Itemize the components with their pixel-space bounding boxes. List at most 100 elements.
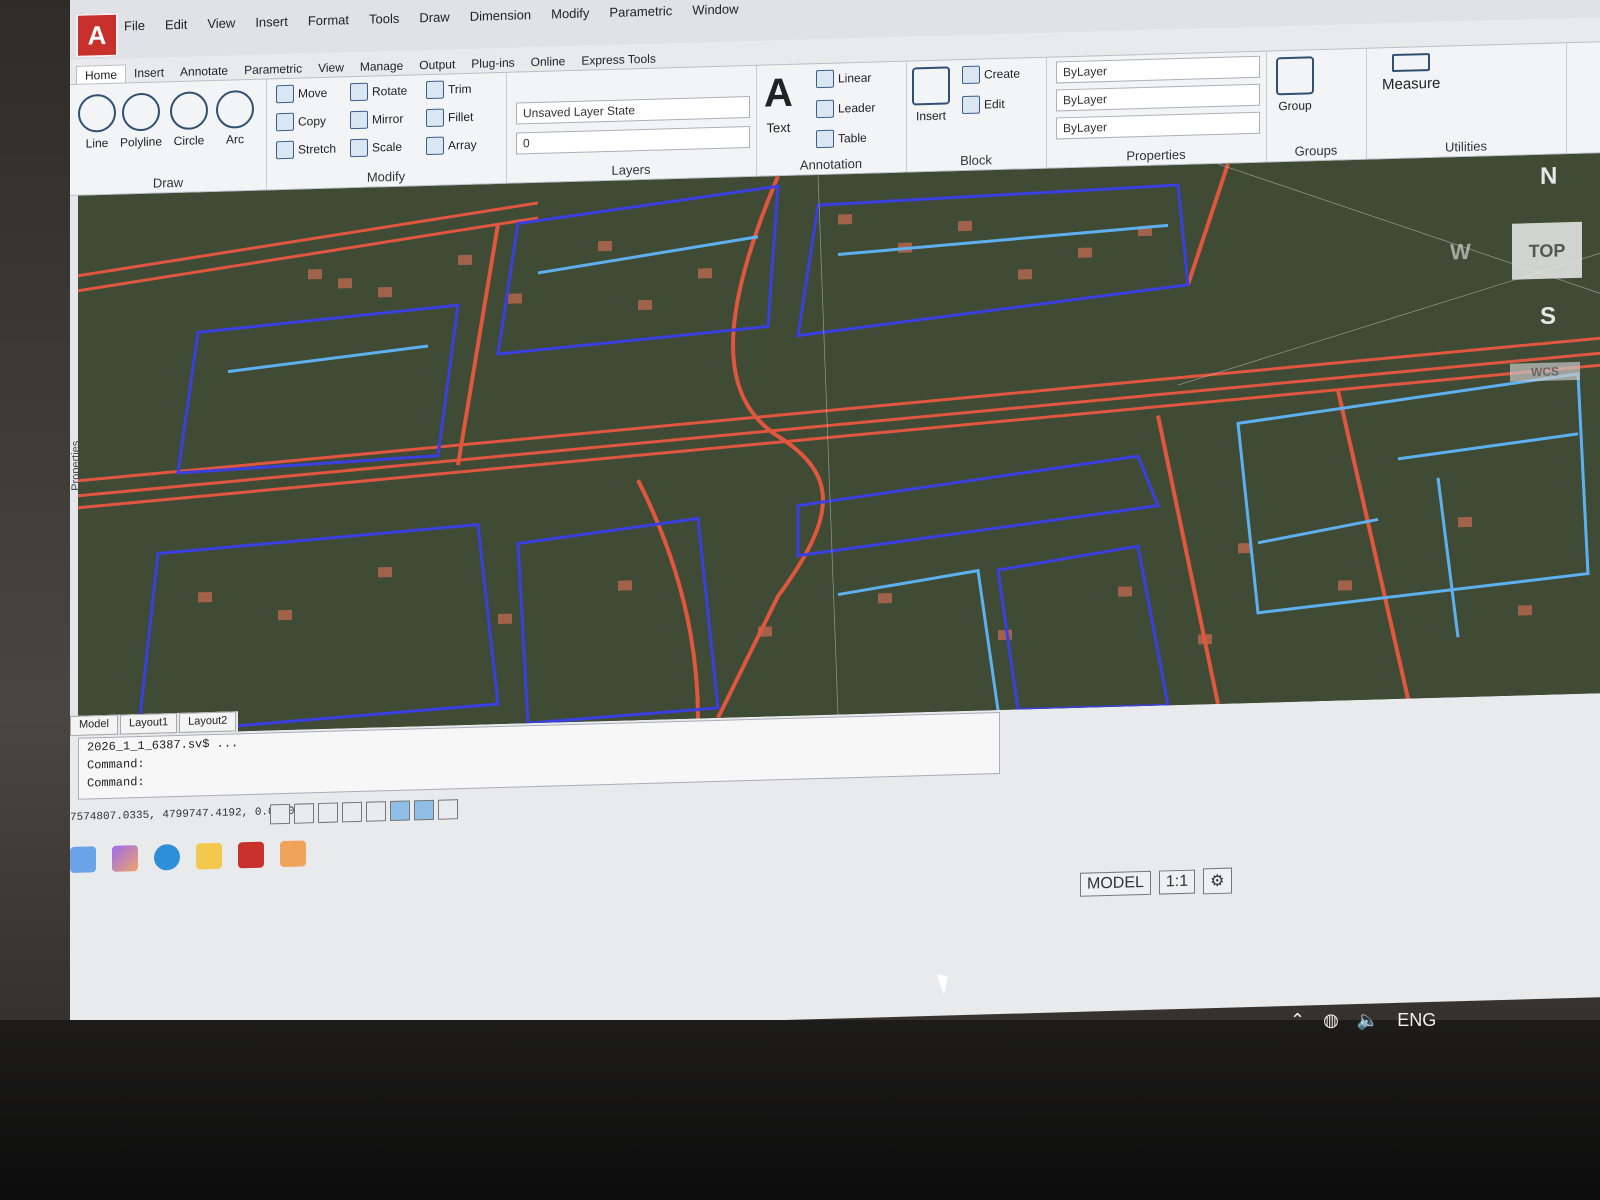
ortho-toggle-icon[interactable]	[318, 802, 338, 824]
transparency-toggle-icon[interactable]	[438, 799, 458, 820]
copilot-icon[interactable]	[112, 845, 138, 872]
network-icon[interactable]: ◍	[1323, 1010, 1339, 1031]
scale-button[interactable]: Scale	[350, 138, 402, 158]
snap-toggle-icon[interactable]	[294, 803, 314, 824]
annotation-scale-button[interactable]: 1:1	[1158, 869, 1196, 895]
utilities-panel-title[interactable]: Utilities	[1366, 136, 1566, 157]
rotate-icon	[350, 82, 368, 102]
arc-icon	[216, 89, 254, 129]
site-plan-map	[78, 153, 1600, 736]
model-space-button[interactable]: MODEL	[1080, 870, 1151, 897]
color-dropdown[interactable]: ByLayer	[1056, 55, 1260, 84]
viewcube-south[interactable]: S	[1540, 302, 1556, 330]
menu-window[interactable]: Window	[692, 1, 738, 17]
panel-annotation: A Text Linear Leader Table Annotation	[756, 61, 907, 176]
chevron-up-icon[interactable]: ⌃	[1290, 1010, 1305, 1031]
insert-block-button[interactable]: Insert	[912, 66, 950, 123]
panel-groups: Group Groups	[1266, 48, 1367, 162]
leader-icon	[816, 99, 834, 119]
wcs-menu[interactable]: WCS	[1510, 361, 1580, 382]
line-button[interactable]: Line	[78, 93, 116, 151]
group-button[interactable]: Group	[1276, 56, 1314, 113]
linear-dimension-button[interactable]: Linear	[816, 69, 871, 89]
rotate-button[interactable]: Rotate	[350, 82, 407, 102]
viewcube-north[interactable]: N	[1540, 162, 1557, 190]
line-icon	[78, 93, 116, 133]
cursor-coordinates: 7574807.0335, 4799747.4192, 0.0000	[70, 805, 295, 824]
lineweight-dropdown[interactable]: ByLayer	[1056, 111, 1260, 140]
text-icon: A	[764, 70, 793, 116]
app-logo[interactable]: A	[76, 12, 118, 58]
block-panel-title[interactable]: Block	[906, 151, 1046, 170]
linetype-dropdown[interactable]: ByLayer	[1056, 83, 1260, 112]
edit-icon	[962, 95, 980, 115]
groups-panel-title[interactable]: Groups	[1266, 142, 1366, 160]
menu-tools[interactable]: Tools	[369, 11, 399, 27]
menu-parametric[interactable]: Parametric	[609, 3, 672, 20]
create-block-button[interactable]: Create	[962, 64, 1020, 85]
create-icon	[962, 65, 980, 85]
scale-icon	[350, 138, 368, 158]
panel-utilities: Measure Utilities	[1366, 43, 1567, 159]
dynamic-input-icon[interactable]	[390, 800, 410, 822]
stretch-button[interactable]: Stretch	[276, 140, 336, 160]
edit-block-button[interactable]: Edit	[962, 95, 1005, 115]
viewcube-west[interactable]: W	[1450, 239, 1471, 266]
app-taskbar-icon[interactable]	[280, 840, 306, 868]
viewcube[interactable]: N W TOP S WCS	[1450, 162, 1590, 405]
monitor-bezel	[0, 1020, 1600, 1200]
measure-button[interactable]: Measure	[1382, 53, 1440, 93]
edge-icon[interactable]	[154, 843, 180, 871]
group-icon	[1276, 56, 1314, 96]
windows-start-icon[interactable]	[70, 846, 96, 873]
move-button[interactable]: Move	[276, 84, 327, 104]
model-status-bar: MODEL 1:1 ⚙	[1080, 867, 1232, 898]
menu-format[interactable]: Format	[308, 12, 349, 28]
menu-edit[interactable]: Edit	[165, 17, 187, 33]
leader-button[interactable]: Leader	[816, 99, 875, 119]
settings-gear-icon[interactable]: ⚙	[1203, 867, 1232, 895]
trim-button[interactable]: Trim	[426, 80, 472, 100]
tab-view[interactable]: View	[310, 58, 352, 78]
menu-dimension[interactable]: Dimension	[470, 7, 531, 24]
menu-file[interactable]: File	[124, 18, 145, 34]
polyline-icon	[122, 92, 161, 132]
osnap-toggle-icon[interactable]	[366, 801, 386, 822]
current-layer-dropdown[interactable]: 0	[516, 126, 750, 155]
panel-properties: ByLayer ByLayer ByLayer Properties	[1046, 51, 1267, 168]
copy-button[interactable]: Copy	[276, 112, 326, 132]
circle-button[interactable]: Circle	[170, 91, 208, 148]
grid-toggle-icon[interactable]	[270, 803, 290, 825]
move-icon	[276, 84, 294, 104]
mirror-button[interactable]: Mirror	[350, 110, 403, 130]
menu-insert[interactable]: Insert	[255, 14, 288, 30]
insert-icon	[912, 66, 950, 106]
fillet-button[interactable]: Fillet	[426, 108, 473, 128]
draw-panel-title[interactable]: Draw	[70, 173, 266, 193]
file-explorer-icon[interactable]	[196, 842, 222, 870]
taskbar	[70, 831, 390, 880]
menu-modify[interactable]: Modify	[551, 5, 589, 21]
layer-state-dropdown[interactable]: Unsaved Layer State	[516, 96, 750, 125]
annotation-panel-title[interactable]: Annotation	[756, 155, 906, 174]
table-button[interactable]: Table	[816, 129, 867, 149]
arc-button[interactable]: Arc	[216, 89, 254, 147]
autocad-taskbar-icon[interactable]	[238, 841, 264, 869]
language-indicator[interactable]: ENG	[1397, 1010, 1436, 1031]
volume-icon[interactable]: 🔈	[1357, 1010, 1379, 1031]
viewcube-top-face[interactable]: TOP	[1512, 221, 1582, 280]
panel-modify: Move Rotate Trim Copy Mirror Fillet Stre…	[266, 72, 507, 190]
menu-draw[interactable]: Draw	[419, 9, 449, 25]
text-button[interactable]: A Text	[764, 71, 793, 136]
tab-layout1[interactable]: Layout1	[119, 713, 178, 735]
lineweight-toggle-icon[interactable]	[414, 799, 434, 821]
fillet-icon	[426, 108, 444, 128]
drawing-viewport[interactable]: N W TOP S WCS	[78, 153, 1600, 736]
tab-model[interactable]: Model	[70, 714, 118, 736]
polar-toggle-icon[interactable]	[342, 801, 362, 823]
tab-layout2[interactable]: Layout2	[179, 711, 237, 733]
array-button[interactable]: Array	[426, 136, 477, 156]
linear-icon	[816, 69, 834, 89]
menu-view[interactable]: View	[207, 15, 235, 31]
polyline-button[interactable]: Polyline	[120, 92, 162, 150]
